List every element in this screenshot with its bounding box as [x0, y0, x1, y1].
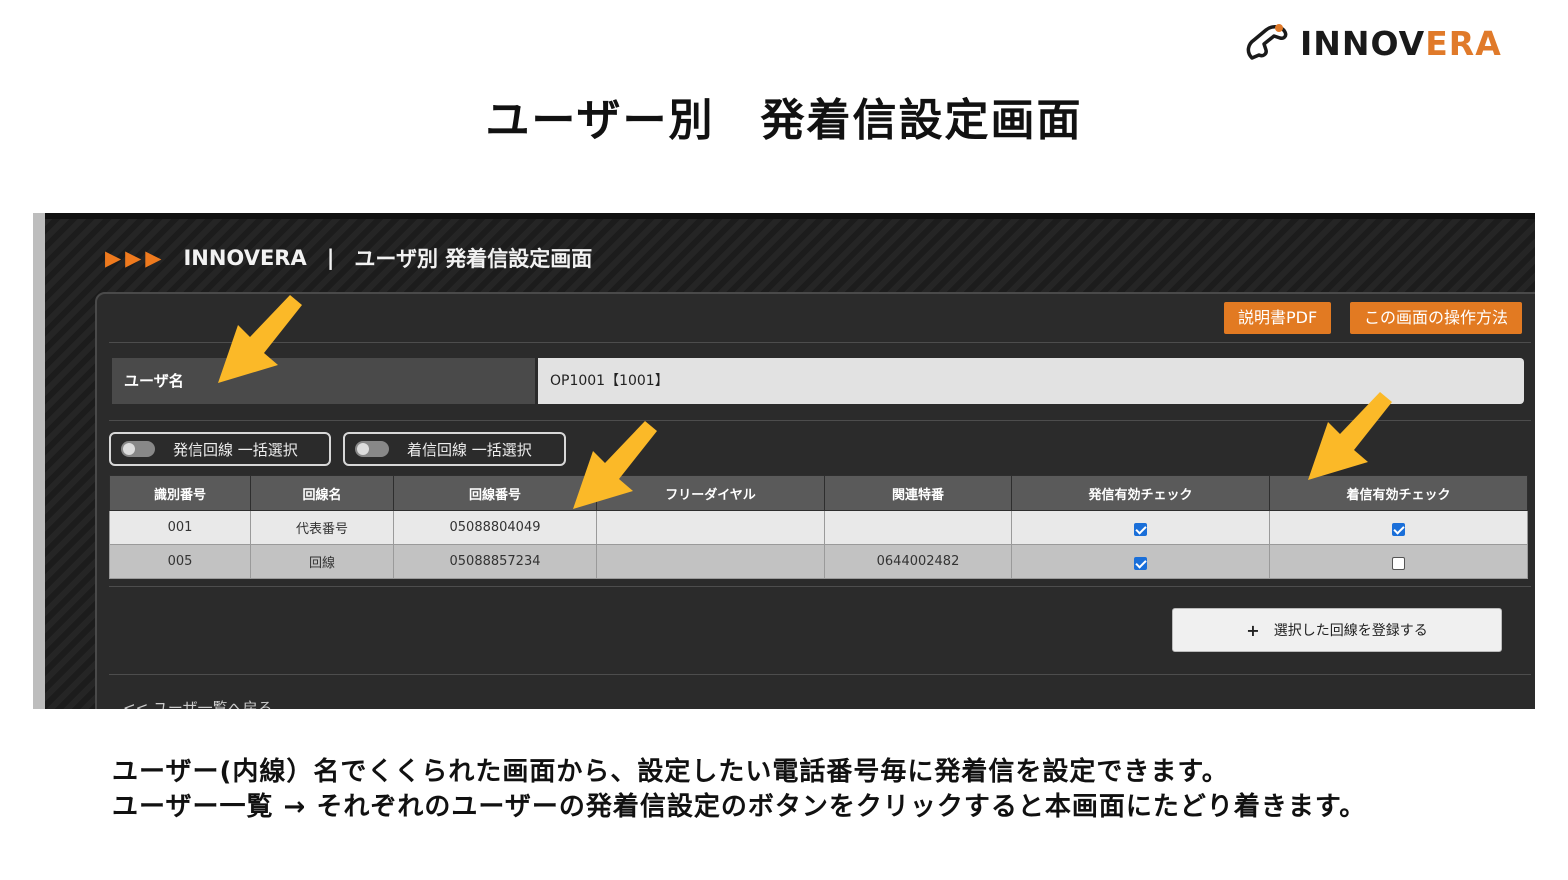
slide-title: ユーザー別 発着信設定画面: [485, 95, 1083, 146]
divider: [109, 342, 1531, 343]
toggle-outgoing-all[interactable]: 発信回線 一括選択: [109, 432, 331, 466]
table-row: 005 回線 05088857234 0644002482: [109, 544, 1528, 579]
user-name-label: ユーザ名: [112, 358, 535, 404]
toggle-switch-icon: [121, 441, 155, 457]
cell-line-name: 回線: [250, 544, 394, 579]
toggle-outgoing-label: 発信回線 一括選択: [173, 440, 298, 459]
back-to-user-list-link[interactable]: << ユーザ一覧へ戻る: [123, 697, 273, 709]
cell-outgoing: [1011, 544, 1270, 579]
header-separator: |: [326, 246, 335, 270]
outgoing-checkbox[interactable]: [1134, 523, 1147, 536]
col-header-id: 識別番号: [109, 475, 251, 511]
caption-line-2: ユーザー一覧 → それぞれのユーザーの発着信設定のボタンをクリックすると本画面に…: [112, 792, 1367, 822]
table-row: 001 代表番号 05088804049: [109, 510, 1528, 545]
cell-id: 001: [109, 510, 251, 545]
caption-line-1: ユーザー(内線）名でくくられた画面から、設定したい電話番号毎に発着信を設定できま…: [112, 757, 1229, 787]
cell-outgoing: [1011, 510, 1270, 545]
col-header-line-name: 回線名: [250, 475, 394, 511]
manual-pdf-button[interactable]: 説明書PDF: [1224, 302, 1332, 334]
cell-incoming: [1269, 544, 1528, 579]
divider: [109, 586, 1531, 587]
register-lines-label: 選択した回線を登録する: [1273, 623, 1428, 639]
divider: [109, 674, 1531, 675]
top-border: [45, 213, 1535, 219]
incoming-checkbox[interactable]: [1392, 557, 1405, 570]
cell-special: [824, 510, 1012, 545]
header-arrows-icon: ▶▶▶: [105, 246, 166, 270]
toggle-incoming-all[interactable]: 着信回線 一括選択: [343, 432, 566, 466]
cell-id: 005: [109, 544, 251, 579]
col-header-outgoing: 発信有効チェック: [1011, 475, 1270, 511]
incoming-checkbox[interactable]: [1392, 523, 1405, 536]
settings-panel: 説明書PDF この画面の操作方法 ユーザ名 OP1001【1001】 発信回線 …: [95, 292, 1535, 709]
plus-icon: +: [1246, 620, 1260, 640]
app-brand: INNOVERA: [183, 246, 307, 270]
cell-special: 0644002482: [824, 544, 1012, 579]
lines-table: 識別番号 回線名 回線番号 フリーダイヤル 関連特番 発信有効チェック 着信有効…: [109, 475, 1528, 579]
col-header-special: 関連特番: [824, 475, 1012, 511]
brand-logo: INNOVERA: [1244, 22, 1502, 64]
cell-line-number: 05088857234: [393, 544, 597, 579]
screen-title: ユーザ別 発着信設定画面: [354, 247, 593, 271]
register-lines-button[interactable]: + 選択した回線を登録する: [1172, 608, 1502, 652]
annotation-arrow-icon: [218, 295, 302, 383]
brand-wordmark: INNOVERA: [1300, 23, 1502, 63]
outgoing-checkbox[interactable]: [1134, 557, 1147, 570]
annotation-arrow-icon: [573, 421, 657, 509]
annotation-arrow-icon: [1308, 392, 1392, 480]
howto-button[interactable]: この画面の操作方法: [1350, 302, 1523, 334]
cell-incoming: [1269, 510, 1528, 545]
cell-freedial: [596, 544, 825, 579]
toggle-incoming-label: 着信回線 一括選択: [407, 440, 532, 459]
toggle-switch-icon: [355, 441, 389, 457]
scrollbar-left: [33, 213, 45, 709]
cell-line-name: 代表番号: [250, 510, 394, 545]
app-header: ▶▶▶ INNOVERA | ユーザ別 発着信設定画面: [105, 243, 592, 273]
phone-handset-icon: [1246, 24, 1288, 60]
